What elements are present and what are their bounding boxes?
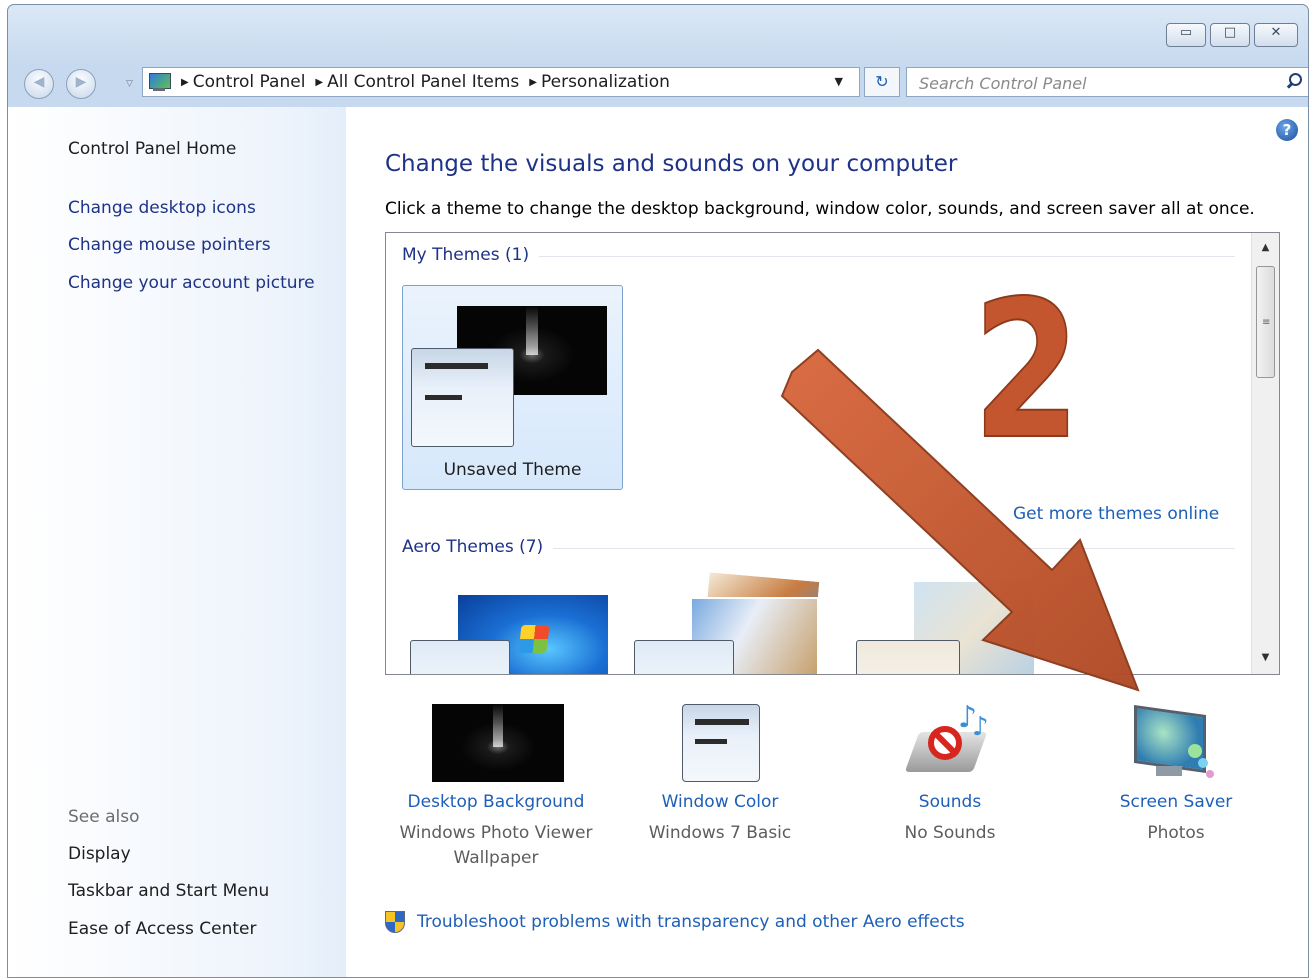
troubleshoot-link-text[interactable]: Troubleshoot problems with transparency … (417, 912, 965, 932)
theme-name: Unsaved Theme (443, 460, 582, 480)
sounds-icon: ♪ ♪ (840, 700, 1060, 784)
desktop-background-value: Windows Photo Viewer (399, 823, 593, 843)
taskbar-start-menu-link[interactable]: Taskbar and Start Menu (68, 881, 269, 901)
recent-pages-dropdown[interactable]: ▽ (126, 79, 133, 89)
address-toolbar: ◀ ▶ ▽ ▶ Control Panel ▶ All Control Pane… (18, 65, 1308, 101)
left-navigation-pane: Control Panel Home Change desktop icons … (8, 107, 346, 977)
close-button[interactable]: ✕ (1254, 23, 1298, 47)
theme-window-thumbnail (856, 640, 960, 674)
change-account-picture-link[interactable]: Change your account picture (68, 273, 315, 293)
search-input[interactable] (917, 72, 1261, 94)
screen-saver-value: Photos (1147, 823, 1205, 843)
back-arrow-icon: ◀ (33, 74, 45, 90)
screen-saver-option[interactable]: Screen Saver Photos (1066, 704, 1286, 846)
desktop-background-option[interactable]: Desktop Background Windows Photo Viewer … (386, 704, 606, 871)
screen-saver-link[interactable]: Screen Saver (1066, 792, 1286, 812)
troubleshoot-aero-link[interactable]: Troubleshoot problems with transparency … (385, 911, 965, 933)
aero-theme-architecture[interactable] (632, 570, 848, 674)
aero-themes-heading: Aero Themes (7) (402, 537, 554, 557)
change-desktop-icons-link[interactable]: Change desktop icons (68, 198, 256, 218)
sounds-link[interactable]: Sounds (840, 792, 1060, 812)
window-color-link[interactable]: Window Color (610, 792, 830, 812)
window-color-value: Windows 7 Basic (648, 823, 792, 843)
screen-saver-icon (1066, 704, 1286, 784)
theme-window-thumbnail (410, 640, 510, 674)
page-title: Change the visuals and sounds on your co… (385, 151, 958, 177)
search-icon[interactable] (1286, 73, 1302, 89)
refresh-icon: ↻ (875, 72, 889, 91)
main-content: ? Change the visuals and sounds on your … (346, 107, 1308, 977)
breadcrumb-separator-icon[interactable]: ▶ (529, 77, 537, 88)
theme-unsaved[interactable]: Unsaved Theme (402, 285, 623, 490)
theme-window-thumbnail (634, 640, 734, 674)
forward-button[interactable]: ▶ (66, 69, 96, 99)
theme-window-color-thumbnail (411, 348, 514, 447)
sounds-option[interactable]: ♪ ♪ Sounds No Sounds (840, 700, 1060, 846)
window-color-option[interactable]: Window Color Windows 7 Basic (610, 704, 830, 846)
control-panel-icon (147, 72, 171, 92)
display-link[interactable]: Display (68, 844, 131, 864)
search-box[interactable] (906, 67, 1308, 97)
aero-theme-windows7[interactable] (408, 585, 624, 674)
minimize-button[interactable]: ▭ (1166, 23, 1206, 47)
ease-of-access-link[interactable]: Ease of Access Center (68, 919, 257, 939)
breadcrumb-control-panel[interactable]: Control Panel (193, 72, 306, 92)
breadcrumb-all-items[interactable]: All Control Panel Items (327, 72, 519, 92)
window-color-icon (610, 704, 830, 784)
control-panel-window: ▭ □ ✕ ◀ ▶ ▽ ▶ Control Panel ▶ All Contro… (7, 4, 1309, 978)
control-panel-home-link[interactable]: Control Panel Home (68, 139, 236, 159)
aero-theme-characters[interactable] (854, 580, 1070, 674)
themes-list[interactable]: My Themes (1) Unsaved Theme Get more the… (385, 232, 1280, 675)
windows-logo-icon (518, 625, 550, 653)
forward-arrow-icon: ▶ (75, 74, 87, 90)
page-description: Click a theme to change the desktop back… (385, 199, 1255, 219)
breadcrumb-personalization[interactable]: Personalization (541, 72, 670, 92)
breadcrumb-separator-icon[interactable]: ▶ (315, 77, 323, 88)
close-icon: ✕ (1270, 25, 1282, 40)
themes-scrollbar[interactable]: ▲ ≡ ▼ (1251, 233, 1279, 674)
scroll-up-icon[interactable]: ▲ (1252, 237, 1279, 259)
get-more-themes-link[interactable]: Get more themes online (1013, 504, 1219, 524)
help-icon[interactable]: ? (1276, 119, 1298, 141)
my-themes-heading: My Themes (1) (402, 245, 540, 265)
desktop-background-link[interactable]: Desktop Background (386, 792, 606, 812)
desktop-background-icon (386, 704, 606, 784)
scroll-thumb[interactable]: ≡ (1256, 266, 1275, 378)
maximize-button[interactable]: □ (1210, 23, 1250, 47)
sounds-value: No Sounds (904, 823, 996, 843)
caption-buttons: ▭ □ ✕ (1166, 23, 1298, 47)
back-button[interactable]: ◀ (24, 69, 54, 99)
breadcrumb-separator-icon[interactable]: ▶ (181, 77, 189, 88)
see-also-label: See also (68, 807, 140, 827)
minimize-icon: ▭ (1179, 25, 1193, 40)
address-dropdown-icon[interactable]: ▼ (835, 75, 843, 88)
change-mouse-pointers-link[interactable]: Change mouse pointers (68, 235, 271, 255)
maximize-icon: □ (1223, 25, 1237, 40)
address-bar[interactable]: ▶ Control Panel ▶ All Control Panel Item… (142, 67, 860, 97)
shield-icon (385, 911, 405, 933)
scroll-down-icon[interactable]: ▼ (1252, 647, 1279, 669)
refresh-button[interactable]: ↻ (864, 67, 900, 97)
desktop-background-value-line2: Wallpaper (453, 848, 539, 868)
